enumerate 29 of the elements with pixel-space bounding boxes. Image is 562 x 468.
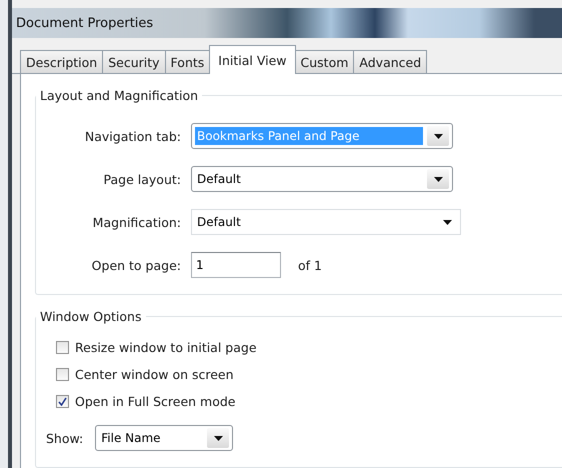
- checkbox-label: Open in Full Screen mode: [75, 394, 236, 409]
- dropdown-arrow-icon: [434, 134, 442, 138]
- dropdown[interactable]: Default: [191, 166, 453, 192]
- tab[interactable]: Description: [20, 50, 104, 73]
- checkbox[interactable]: [56, 341, 69, 354]
- tab[interactable]: Custom: [294, 50, 354, 73]
- checkbox[interactable]: [56, 395, 69, 408]
- group-title: Layout and Magnification: [39, 88, 200, 103]
- tab[interactable]: Security: [102, 50, 166, 73]
- field-label: Magnification:: [92, 214, 181, 230]
- tab[interactable]: Fonts: [164, 50, 210, 73]
- dropdown-arrow-icon: [443, 220, 452, 224]
- group-title: Window Options: [39, 309, 142, 324]
- window-title: Document Properties: [16, 16, 154, 30]
- field-label: Open to page:: [90, 258, 181, 272]
- page-count: of 1: [298, 258, 322, 272]
- combo-box[interactable]: Default: [191, 209, 461, 235]
- dropdown-arrow-icon: [434, 176, 442, 182]
- dropdown[interactable]: File Name: [95, 425, 234, 451]
- tab[interactable]: Advanced: [353, 50, 428, 73]
- tab[interactable]: Initial View: [209, 45, 296, 74]
- field-label: Navigation tab:: [84, 128, 181, 144]
- checkbox[interactable]: [56, 368, 69, 381]
- field-label: Show:: [46, 430, 84, 446]
- dropdown-arrow-icon: [214, 436, 223, 440]
- checkbox-label: Resize window to initial page: [75, 340, 257, 355]
- checkbox-label: Center window on screen: [75, 367, 234, 382]
- field-label: Page layout:: [102, 172, 181, 186]
- page-number-field[interactable]: 1: [191, 252, 281, 278]
